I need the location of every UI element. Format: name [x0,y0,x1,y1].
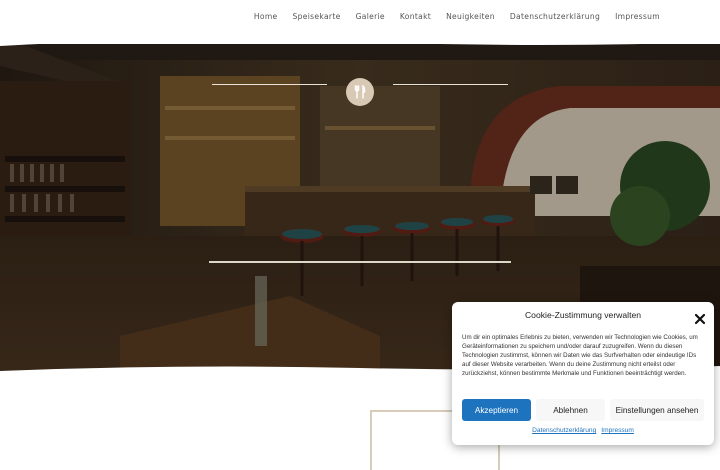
main-nav: Home Speisekarte Galerie Kontakt Neuigke… [254,12,660,21]
close-icon[interactable] [694,310,706,325]
nav-link-impressum[interactable]: Impressum [615,12,660,21]
nav-link-speisekarte[interactable]: Speisekarte [293,12,341,21]
imprint-link[interactable]: Impressum [601,427,634,434]
hero-divider-bottom [209,261,511,263]
deny-button[interactable]: Ablehnen [536,399,605,421]
cookie-dialog-text: Um dir ein optimales Erlebnis zu bieten,… [462,334,698,378]
view-preferences-button[interactable]: Einstellungen ansehen [610,399,704,421]
site-header: Home Speisekarte Galerie Kontakt Neuigke… [0,0,720,44]
cookie-dialog-title: Cookie-Zustimmung verwalten [524,310,642,320]
nav-link-home[interactable]: Home [254,12,278,21]
nav-link-neuigkeiten[interactable]: Neuigkeiten [446,12,495,21]
privacy-policy-link[interactable]: Datenschutzerklärung [532,427,596,434]
hero-divider-right [393,84,508,85]
nav-link-datenschutz[interactable]: Datenschutzerklärung [510,12,600,21]
cookie-consent-dialog: Cookie-Zustimmung verwalten Um dir ein o… [452,302,714,445]
nav-link-galerie[interactable]: Galerie [356,12,385,21]
cookie-dialog-links: Datenschutzerklärung Impressum [452,427,714,434]
hero-divider-left [212,84,327,85]
nav-link-kontakt[interactable]: Kontakt [400,12,431,21]
accept-button[interactable]: Akzeptieren [462,399,531,421]
fork-knife-icon [346,78,374,106]
